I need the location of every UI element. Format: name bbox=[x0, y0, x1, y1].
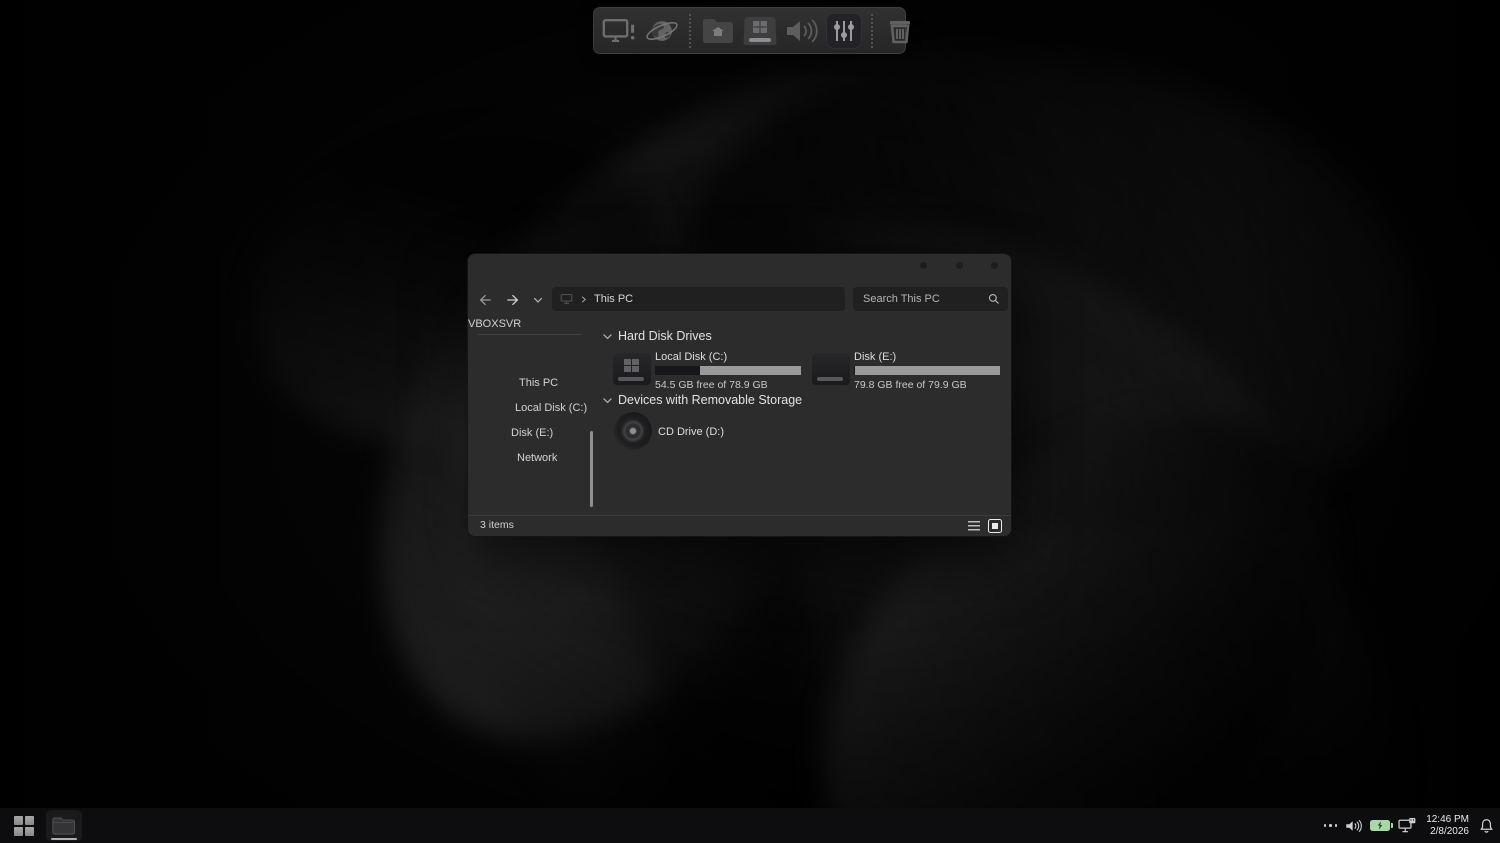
status-bar: 3 items bbox=[468, 515, 1011, 536]
drive-cd-d[interactable]: CD Drive (D:) bbox=[614, 412, 814, 452]
tray-volume-icon[interactable] bbox=[1345, 819, 1362, 833]
start-button[interactable] bbox=[10, 812, 38, 840]
taskbar: 12:46 PM 2/8/2026 bbox=[0, 808, 1500, 843]
windows-start-icon bbox=[14, 816, 34, 836]
search-input[interactable] bbox=[861, 292, 982, 306]
close-button[interactable] bbox=[991, 262, 998, 269]
back-button[interactable] bbox=[476, 291, 494, 309]
sidebar-item-this-pc[interactable]: This PC bbox=[468, 371, 594, 395]
drive-name: Disk (E:) bbox=[854, 351, 896, 363]
drive-free-space: 54.5 GB free of 78.9 GB bbox=[655, 379, 768, 391]
minimize-button[interactable] bbox=[920, 262, 927, 269]
tray-overflow-icon[interactable] bbox=[1324, 824, 1338, 827]
item-count: 3 items bbox=[480, 516, 514, 535]
details-view-button[interactable] bbox=[967, 519, 981, 533]
drive-slot bbox=[817, 377, 843, 381]
forward-button[interactable] bbox=[503, 291, 521, 309]
search-icon bbox=[988, 293, 1000, 305]
drive-slot bbox=[618, 377, 644, 381]
active-app-indicator bbox=[51, 838, 77, 841]
sidebar-item-disk-e[interactable]: Disk (E:) bbox=[468, 421, 594, 445]
navigation-pane: This PC Local Disk (C:) Disk (E:) Networ… bbox=[468, 312, 594, 516]
section-chevron-icon bbox=[602, 395, 613, 406]
sidebar-scrollbar[interactable] bbox=[590, 431, 593, 507]
computer-icon bbox=[560, 293, 573, 305]
top-dock bbox=[593, 7, 906, 54]
dock-separator bbox=[689, 14, 691, 48]
section-removable-storage[interactable]: Devices with Removable Storage bbox=[602, 392, 802, 408]
file-explorer-icon bbox=[52, 816, 76, 836]
battery-charging-icon[interactable] bbox=[1370, 820, 1390, 831]
network-display-icon[interactable] bbox=[1398, 818, 1416, 833]
cd-disc-icon bbox=[614, 412, 652, 450]
drive-local-disk-c[interactable]: Local Disk (C:) 54.5 GB free of 78.9 GB bbox=[613, 351, 805, 391]
clock-time: 12:46 PM bbox=[1426, 814, 1469, 826]
folder-home-icon[interactable] bbox=[700, 12, 736, 50]
maximize-button[interactable] bbox=[956, 262, 963, 269]
display-alert-icon[interactable] bbox=[602, 12, 638, 50]
taskbar-file-explorer-button[interactable] bbox=[46, 810, 82, 841]
capacity-used bbox=[655, 366, 700, 375]
drive-name: Local Disk (C:) bbox=[655, 351, 727, 363]
drive-disk-e[interactable]: Disk (E:) 79.8 GB free of 79.9 GB bbox=[812, 351, 1004, 391]
drive-name: CD Drive (D:) bbox=[658, 426, 724, 438]
desktop: This PC This PC Local Disk (C:) Disk (E:… bbox=[0, 0, 1500, 843]
search-box[interactable] bbox=[853, 287, 1008, 311]
section-title: Devices with Removable Storage bbox=[618, 393, 802, 407]
address-bar[interactable]: This PC bbox=[552, 287, 845, 311]
history-chevron-icon[interactable] bbox=[529, 291, 547, 309]
clock-date: 2/8/2026 bbox=[1426, 826, 1469, 838]
large-icons-view-button[interactable] bbox=[988, 519, 1002, 533]
hard-drive-icon bbox=[812, 353, 850, 385]
breadcrumb[interactable]: This PC bbox=[594, 293, 633, 305]
recycle-bin-icon[interactable] bbox=[882, 12, 918, 50]
sidebar-item-vboxsvr[interactable]: VBOXSVR bbox=[468, 312, 594, 336]
notification-bell-icon[interactable] bbox=[1479, 818, 1494, 834]
windows-drive-icon[interactable] bbox=[742, 12, 778, 50]
sidebar-item-network[interactable]: Network bbox=[468, 446, 594, 470]
taskbar-clock[interactable]: 12:46 PM 2/8/2026 bbox=[1424, 814, 1471, 838]
system-tray: 12:46 PM 2/8/2026 bbox=[1324, 808, 1494, 843]
section-hard-disk-drives[interactable]: Hard Disk Drives bbox=[602, 328, 712, 344]
folder-view: Hard Disk Drives Local Disk (C:) 54.5 GB… bbox=[594, 312, 1011, 516]
section-title: Hard Disk Drives bbox=[618, 329, 712, 343]
mixer-sliders-icon[interactable] bbox=[826, 13, 862, 49]
capacity-bar bbox=[655, 366, 801, 375]
hard-drive-icon bbox=[613, 353, 651, 385]
breadcrumb-chevron-icon bbox=[579, 295, 588, 304]
file-explorer-window: This PC This PC Local Disk (C:) Disk (E:… bbox=[467, 253, 1012, 537]
capacity-bar bbox=[854, 366, 1000, 375]
capacity-used bbox=[854, 366, 855, 375]
dock-separator bbox=[871, 14, 873, 48]
details-view-icon bbox=[968, 521, 980, 532]
globe-network-icon[interactable] bbox=[644, 12, 680, 50]
windows-logo-icon bbox=[624, 359, 639, 372]
sidebar-item-local-disk-c[interactable]: Local Disk (C:) bbox=[468, 396, 594, 420]
drive-free-space: 79.8 GB free of 79.9 GB bbox=[854, 379, 967, 391]
section-chevron-icon bbox=[602, 331, 613, 342]
volume-icon[interactable] bbox=[784, 12, 820, 50]
